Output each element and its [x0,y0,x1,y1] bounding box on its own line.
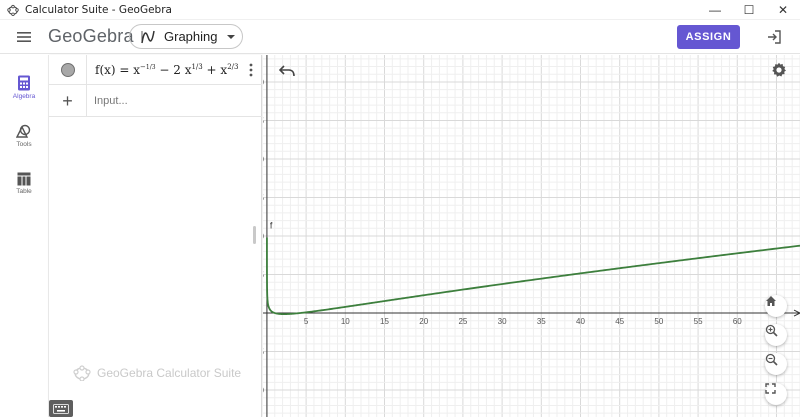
fullscreen-button[interactable] [765,383,787,405]
x-tick-label: 15 [380,317,389,326]
undo-button[interactable] [279,65,297,79]
minimize-button[interactable]: — [698,0,732,20]
watermark-text: GeoGebra Calculator Suite [97,366,242,380]
chevron-down-icon [227,34,235,39]
zoom-out-icon [765,353,778,366]
x-tick-label: 25 [458,317,467,326]
tools-icon [16,124,31,138]
zoom-in-icon [765,324,778,337]
zoom-out-button[interactable] [765,353,787,375]
app-switcher-label: Graphing [164,29,218,44]
app-header: GeoGebra Graphing ASSIGN [0,20,800,54]
fullscreen-icon [765,383,776,394]
x-tick-label: 20 [419,317,428,326]
x-tick-label: 30 [498,317,507,326]
algebra-input[interactable]: Input... [87,95,128,107]
calculator-icon [18,75,30,90]
gear-icon [772,62,786,77]
algebra-input-row[interactable]: + Input... [49,85,262,117]
x-tick-label: 0 [263,317,264,326]
rail-item-label: Table [16,187,32,195]
x-tick-label: 5 [304,317,309,326]
visibility-toggle[interactable] [49,55,87,84]
plus-icon: + [62,90,73,111]
hamburger-icon [17,31,31,42]
settings-button[interactable] [771,62,789,80]
table-icon [17,172,31,185]
x-tick-label: 10 [341,317,350,326]
x-tick-label: 60 [733,317,742,326]
view-rail: Algebra Tools Table [0,55,48,417]
rail-item-label: Algebra [12,92,36,100]
undo-icon [279,65,295,77]
sign-in-button[interactable] [764,27,784,47]
rail-item-algebra[interactable]: Algebra [0,63,48,111]
zoom-in-button[interactable] [765,324,787,346]
maximize-button[interactable]: ☐ [732,0,766,20]
x-tick-label: 55 [694,317,703,326]
assign-button[interactable]: ASSIGN [677,24,740,49]
rail-item-table[interactable]: Table [0,159,48,207]
graph-canvas: 05101520253035404550556030252015105-5-10… [263,55,800,417]
geogebra-app-icon [7,4,19,16]
y-tick-label: 20 [263,155,264,164]
suite-watermark: GeoGebra Calculator Suite [73,365,241,381]
rail-item-label: Tools [16,140,32,148]
window-title: Calculator Suite - GeoGebra [25,3,172,16]
geogebra-logo-icon [73,365,91,381]
panel-resize-handle[interactable] [253,226,256,244]
close-button[interactable]: ✕ [766,0,800,20]
graphics-view[interactable]: 05101520253035404550556030252015105-5-10… [263,55,800,417]
x-tick-label: 50 [654,317,663,326]
sign-in-icon [768,29,781,44]
more-options-button[interactable] [240,63,262,77]
menu-button[interactable] [0,20,48,54]
visibility-dot [60,62,75,77]
x-tick-label: 35 [537,317,546,326]
algebra-formula[interactable]: f(x) = x−1/3 − 2 x1/3 + x2/3 [87,63,240,77]
home-button[interactable] [765,295,787,317]
add-entry-button[interactable]: + [49,85,87,116]
graphing-icon [141,30,155,43]
rail-item-tools[interactable]: Tools [0,111,48,159]
window-titlebar: Calculator Suite - GeoGebra — ☐ ✕ [0,0,800,20]
x-tick-label: 45 [615,317,624,326]
keyboard-button[interactable] [49,400,73,417]
app-switcher[interactable]: Graphing [129,24,243,49]
algebra-panel: f(x) = x−1/3 − 2 x1/3 + x2/3 + Input... … [48,55,262,417]
more-vertical-icon [249,63,253,76]
geogebra-logo: GeoGebra [48,26,134,46]
keyboard-icon [53,403,69,414]
x-tick-label: 40 [576,317,585,326]
algebra-entry-f[interactable]: f(x) = x−1/3 − 2 x1/3 + x2/3 [49,55,262,85]
home-icon [766,296,776,306]
